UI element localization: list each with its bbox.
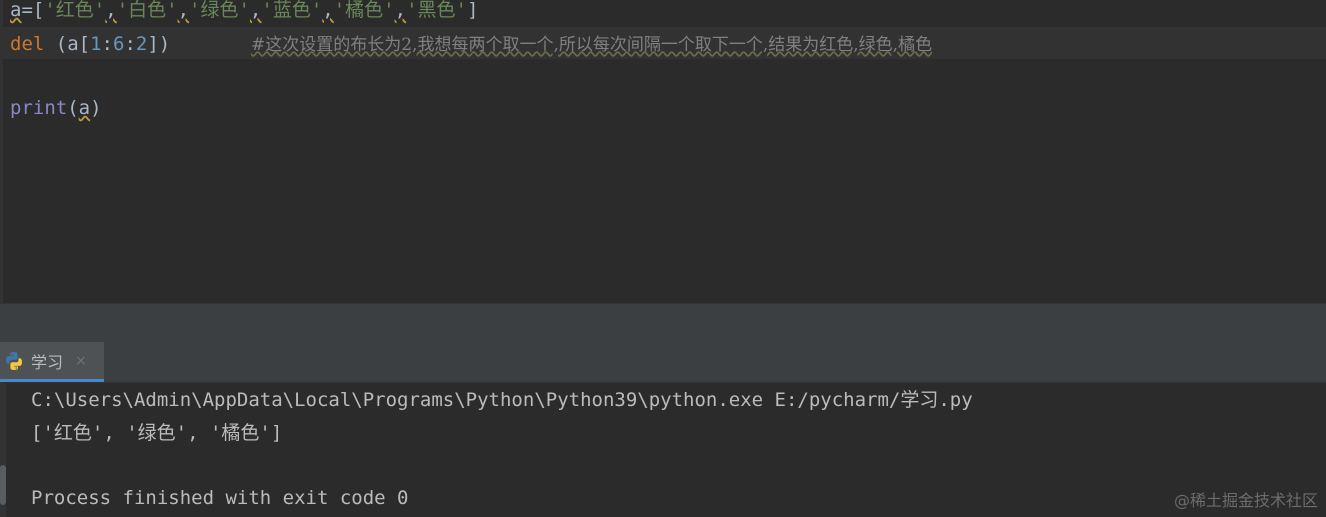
- slice-stop: 6: [113, 33, 125, 55]
- list-item-3: '蓝色': [261, 0, 323, 21]
- slice-step: 2: [135, 33, 148, 55]
- slice-colon: :: [101, 33, 113, 55]
- console-output-line: ['红色', '绿色', '橘色']: [31, 422, 283, 444]
- slice-close: ]): [147, 33, 171, 55]
- watermark-text: @稀土掘金技术社区: [1173, 491, 1318, 510]
- list-item-2: '绿色': [189, 0, 250, 21]
- python-icon: [6, 351, 22, 370]
- list-sep: ,: [105, 0, 117, 21]
- del-keyword: del: [10, 33, 45, 55]
- list-sep: ,: [394, 0, 407, 21]
- list-item-1: '白色': [116, 0, 178, 21]
- run-tab-strip: 学习 ×: [0, 342, 1326, 383]
- panel-divider[interactable]: [0, 303, 1326, 343]
- var-a: a: [10, 0, 22, 21]
- list-open: =[: [21, 0, 45, 21]
- run-tab-label: 学习: [31, 352, 64, 372]
- list-item-0: '红色': [44, 0, 106, 21]
- print-fn: print: [10, 97, 68, 119]
- run-console[interactable]: C:\Users\Admin\AppData\Local\Programs\Py…: [0, 383, 1326, 517]
- list-sep: ,: [322, 0, 334, 21]
- code-line-2[interactable]: del (a[1:6:2]): [10, 30, 170, 58]
- run-tab[interactable]: 学习 ×: [0, 342, 104, 382]
- code-comment: #这次设置的布长为2,我想每两个取一个,所以每次间隔一个取下一个,结果为红色,绿…: [251, 35, 933, 55]
- close-icon[interactable]: ×: [75, 353, 87, 369]
- call-close: ): [90, 97, 102, 119]
- slice-colon: :: [124, 33, 136, 55]
- console-command-line: C:\Users\Admin\AppData\Local\Programs\Py…: [31, 389, 973, 411]
- slice-open: (a[: [44, 33, 91, 55]
- list-item-5: '黑色': [406, 0, 467, 21]
- list-close: ]: [466, 0, 479, 21]
- list-sep: ,: [249, 0, 262, 21]
- list-item-4: '橘色': [333, 0, 395, 21]
- call-arg: a: [78, 97, 91, 119]
- console-exit-line: Process finished with exit code 0: [31, 487, 409, 509]
- code-editor[interactable]: a=['红色','白色','绿色','蓝色','橘色','黑色'] del (a…: [0, 0, 1326, 303]
- code-line-4[interactable]: print(a): [10, 94, 102, 122]
- console-scrollbar[interactable]: [0, 465, 6, 505]
- code-comment-line[interactable]: #这次设置的布长为2,我想每两个取一个,所以每次间隔一个取下一个,结果为红色,绿…: [251, 30, 932, 58]
- call-open: (: [67, 97, 79, 119]
- code-line-1[interactable]: a=['红色','白色','绿色','蓝色','橘色','黑色']: [10, 0, 478, 24]
- list-sep: ,: [177, 0, 190, 21]
- slice-start: 1: [90, 33, 102, 55]
